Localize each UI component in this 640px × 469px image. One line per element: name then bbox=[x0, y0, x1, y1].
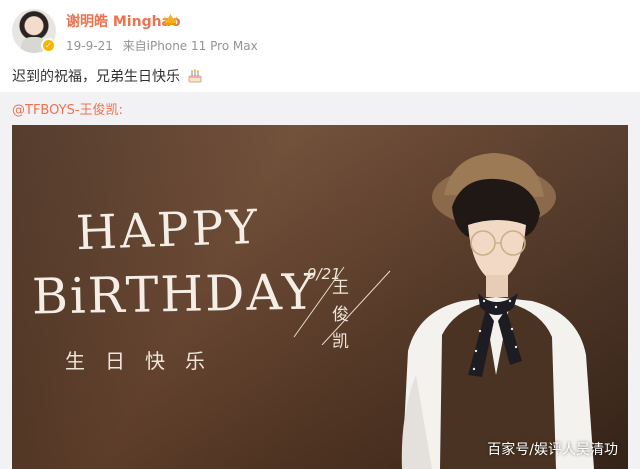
post-date[interactable]: 19-9-21 bbox=[66, 39, 113, 53]
post-header: ✓ 谢明皓 Minghao 19-9-21 来自iPhone 11 Pro Ma… bbox=[0, 0, 640, 60]
post-meta: 19-9-21 来自iPhone 11 Pro Max bbox=[66, 37, 264, 54]
post-text: 迟到的祝福，兄弟生日快乐 bbox=[12, 66, 203, 86]
cake-emoji-icon bbox=[189, 69, 202, 83]
repost-author-link[interactable]: @TFBOYS-王俊凯: bbox=[12, 99, 123, 118]
birthday-banner-image[interactable]: HAPPY BiRTHDAY 生日快乐 9/21 王俊凯 百家号/娱评人吴清功 bbox=[12, 125, 628, 469]
verified-badge-icon: ✓ bbox=[41, 38, 56, 53]
banner-happy-text: HAPPY bbox=[75, 199, 262, 262]
banner-birthday-text: BiRTHDAY bbox=[31, 263, 317, 326]
banner-name-vertical: 王俊凯 bbox=[332, 278, 349, 352]
portrait-figure bbox=[401, 153, 594, 469]
repost-container[interactable]: @TFBOYS-王俊凯: HAPPY BiRTHDAY 生日快乐 9/21 王俊… bbox=[0, 92, 640, 469]
watermark-text: 百家号/娱评人吴清功 bbox=[487, 442, 618, 458]
post-source: 来自iPhone 11 Pro Max bbox=[122, 39, 258, 53]
post-body: 迟到的祝福，兄弟生日快乐 bbox=[12, 69, 180, 85]
crown-icon bbox=[164, 14, 177, 25]
banner-cn-greeting: 生日快乐 bbox=[65, 349, 225, 373]
